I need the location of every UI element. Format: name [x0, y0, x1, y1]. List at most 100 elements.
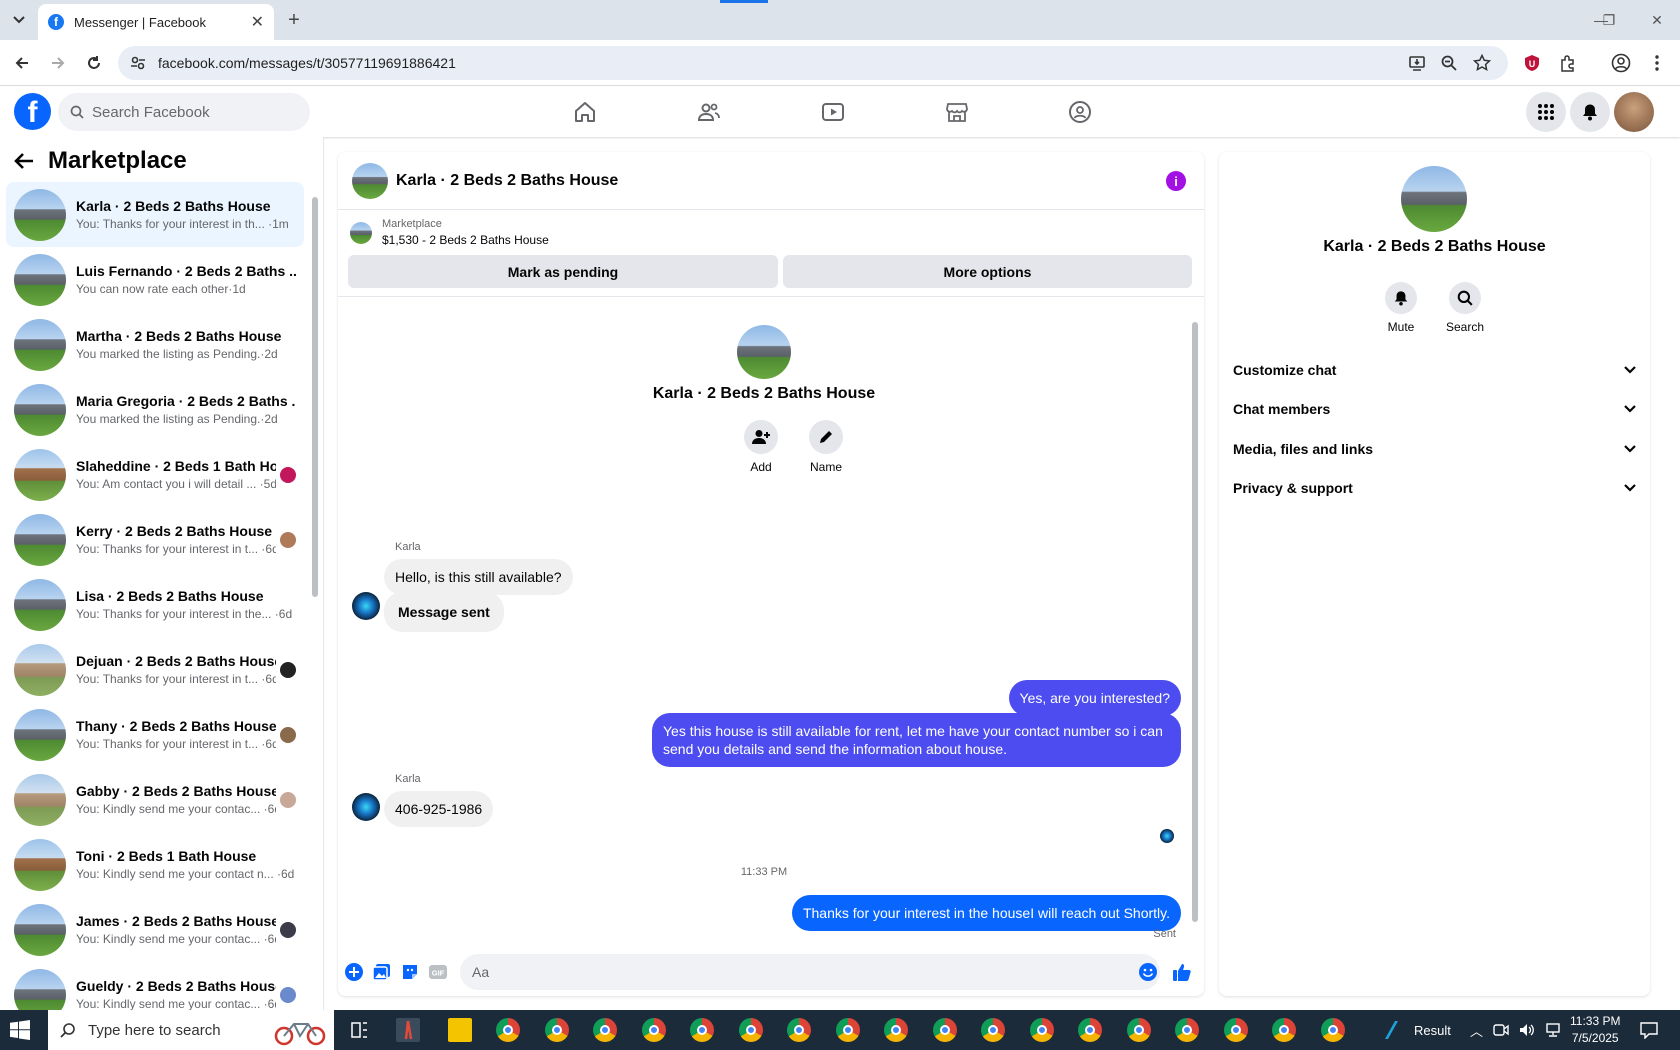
new-tab-button[interactable]: + — [282, 8, 306, 32]
info-icon[interactable]: i — [1166, 171, 1186, 191]
conversation-item[interactable]: Thany · 2 Beds 2 Baths House You: Thanks … — [6, 702, 304, 767]
taskbar-clock[interactable]: 11:33 PM 7/5/2025 — [1570, 1013, 1620, 1047]
app-taskbar-icon[interactable] — [396, 1018, 420, 1042]
chrome-taskbar-icon[interactable] — [981, 1018, 1005, 1042]
chrome-taskbar-icon[interactable] — [1175, 1018, 1199, 1042]
conversation-avatar[interactable] — [737, 325, 791, 379]
account-avatar[interactable] — [1614, 92, 1654, 132]
back-button[interactable] — [8, 49, 36, 77]
friends-icon[interactable] — [696, 99, 722, 125]
photo-icon[interactable] — [372, 962, 392, 982]
chat-scrollbar[interactable] — [1191, 302, 1199, 934]
notification-center-icon[interactable] — [1640, 1021, 1658, 1039]
chrome-taskbar-icon[interactable] — [642, 1018, 666, 1042]
scroll-thumb[interactable] — [312, 197, 318, 597]
message-bubble-outgoing[interactable]: Yes, are you interested? — [1008, 680, 1181, 716]
conversation-item[interactable]: Gueldy · 2 Beds 2 Baths House You: Kindly… — [6, 962, 304, 1010]
result-app[interactable]: Result — [1380, 1010, 1451, 1050]
extensions-icon[interactable] — [1557, 52, 1579, 74]
chrome-taskbar-icon[interactable] — [1272, 1018, 1296, 1042]
mark-pending-button[interactable]: Mark as pending — [348, 255, 778, 288]
ublock-extension-icon[interactable]: U — [1521, 52, 1543, 74]
close-window-button[interactable]: ✕ — [1634, 6, 1680, 34]
sticker-icon[interactable] — [400, 962, 420, 982]
restore-button[interactable]: ❐ — [1586, 6, 1632, 34]
like-thumb-icon[interactable] — [1172, 962, 1192, 982]
tab-search-button[interactable] — [8, 9, 30, 31]
message-bubble-outgoing[interactable]: Thanks for your interest in the houseI w… — [791, 895, 1181, 931]
groups-icon[interactable] — [1067, 99, 1093, 125]
conversation-item[interactable]: James · 2 Beds 2 Baths House You: Kindly … — [6, 897, 304, 962]
facebook-logo-icon[interactable]: f — [14, 93, 51, 130]
chevron-up-icon[interactable]: ︿ — [1470, 1021, 1483, 1040]
reload-button[interactable] — [80, 49, 108, 77]
system-tray[interactable]: ︿ — [1470, 1010, 1561, 1050]
chrome-taskbar-icon[interactable] — [933, 1018, 957, 1042]
conversation-item[interactable]: Martha · 2 Beds 2 Baths House You marked … — [6, 312, 304, 377]
gif-icon[interactable]: GIF — [428, 962, 448, 982]
conversation-item[interactable]: Maria Gregoria · 2 Beds 2 Baths ... You m… — [6, 377, 304, 442]
mute-button[interactable]: Mute — [1371, 282, 1431, 334]
message-input[interactable]: Aa — [460, 954, 1160, 990]
chrome-taskbar-icon[interactable] — [836, 1018, 860, 1042]
video-icon[interactable] — [820, 99, 846, 125]
back-arrow-icon[interactable] — [14, 152, 34, 170]
privacy-support-section[interactable]: Privacy & support — [1233, 473, 1636, 503]
plus-icon[interactable] — [344, 962, 364, 982]
chrome-taskbar-icon[interactable] — [739, 1018, 763, 1042]
close-tab-icon[interactable]: ✕ — [251, 12, 264, 32]
details-avatar[interactable] — [1401, 166, 1467, 232]
message-bubble[interactable]: 406-925-1986 — [384, 791, 494, 827]
scroll-thumb[interactable] — [1192, 322, 1198, 922]
chrome-taskbar-icon[interactable] — [1321, 1018, 1345, 1042]
media-files-links-section[interactable]: Media, files and links — [1233, 434, 1636, 464]
task-view-icon[interactable] — [348, 1018, 372, 1042]
chat-title[interactable]: Karla · 2 Beds 2 Baths House — [396, 172, 618, 190]
sender-avatar[interactable] — [352, 793, 380, 821]
facebook-search-input[interactable]: Search Facebook — [58, 93, 310, 131]
bookmark-star-icon[interactable] — [1471, 52, 1493, 74]
chrome-taskbar-icon[interactable] — [1224, 1018, 1248, 1042]
chrome-taskbar-icon[interactable] — [1078, 1018, 1102, 1042]
conversation-item[interactable]: Gabby · 2 Beds 2 Baths House You: Kindly … — [6, 767, 304, 832]
windows-start-icon[interactable] — [10, 1020, 30, 1040]
zoom-icon[interactable] — [1438, 52, 1460, 74]
chrome-taskbar-icon[interactable] — [545, 1018, 569, 1042]
install-app-icon[interactable] — [1406, 52, 1428, 74]
sticky-notes-icon[interactable] — [448, 1018, 472, 1042]
marketplace-icon[interactable] — [944, 99, 970, 125]
chrome-taskbar-icon[interactable] — [787, 1018, 811, 1042]
notifications-button[interactable] — [1570, 92, 1610, 132]
forward-button[interactable] — [44, 49, 72, 77]
customize-chat-section[interactable]: Customize chat — [1233, 355, 1636, 385]
search-in-conversation-button[interactable]: Search — [1435, 282, 1495, 334]
more-options-button[interactable]: More options — [783, 255, 1192, 288]
chrome-taskbar-icon[interactable] — [593, 1018, 617, 1042]
emoji-icon[interactable] — [1138, 962, 1158, 982]
chrome-taskbar-icon[interactable] — [496, 1018, 520, 1042]
chrome-taskbar-icon[interactable] — [884, 1018, 908, 1042]
home-icon[interactable] — [572, 99, 598, 125]
conversation-item[interactable]: Luis Fernando · 2 Beds 2 Baths ... You ca… — [6, 247, 304, 312]
conversation-item[interactable]: Slaheddine · 2 Beds 1 Bath Ho... You: Am … — [6, 442, 304, 507]
conversation-item[interactable]: Dejuan · 2 Beds 2 Baths House You: Thanks… — [6, 637, 304, 702]
chrome-taskbar-icon[interactable] — [1127, 1018, 1151, 1042]
conversation-item[interactable]: Kerry · 2 Beds 2 Baths House You: Thanks … — [6, 507, 304, 572]
name-button[interactable]: Name — [796, 420, 856, 474]
left-scrollbar[interactable] — [311, 185, 319, 950]
message-bubble[interactable]: Hello, is this still available? — [384, 559, 573, 595]
conversation-item[interactable]: Lisa · 2 Beds 2 Baths House You: Thanks f… — [6, 572, 304, 637]
taskbar-search-input[interactable]: Type here to search — [48, 1010, 334, 1050]
profile-icon[interactable] — [1610, 52, 1632, 74]
message-bubble-outgoing[interactable]: Yes this house is still available for re… — [652, 713, 1181, 767]
browser-tab[interactable]: f Messenger | Facebook ✕ — [38, 4, 274, 40]
menu-icon[interactable] — [1646, 52, 1668, 74]
sender-avatar[interactable] — [352, 592, 380, 620]
chat-header-avatar[interactable] — [352, 162, 388, 199]
chat-members-section[interactable]: Chat members — [1233, 394, 1636, 424]
chrome-taskbar-icon[interactable] — [1030, 1018, 1054, 1042]
menu-grid-button[interactable] — [1526, 92, 1566, 132]
address-bar[interactable]: facebook.com/messages/t/3057711969188642… — [118, 46, 1508, 80]
conversation-item[interactable]: Toni · 2 Beds 1 Bath House You: Kindly se… — [6, 832, 304, 897]
add-people-button[interactable]: Add — [731, 420, 791, 474]
